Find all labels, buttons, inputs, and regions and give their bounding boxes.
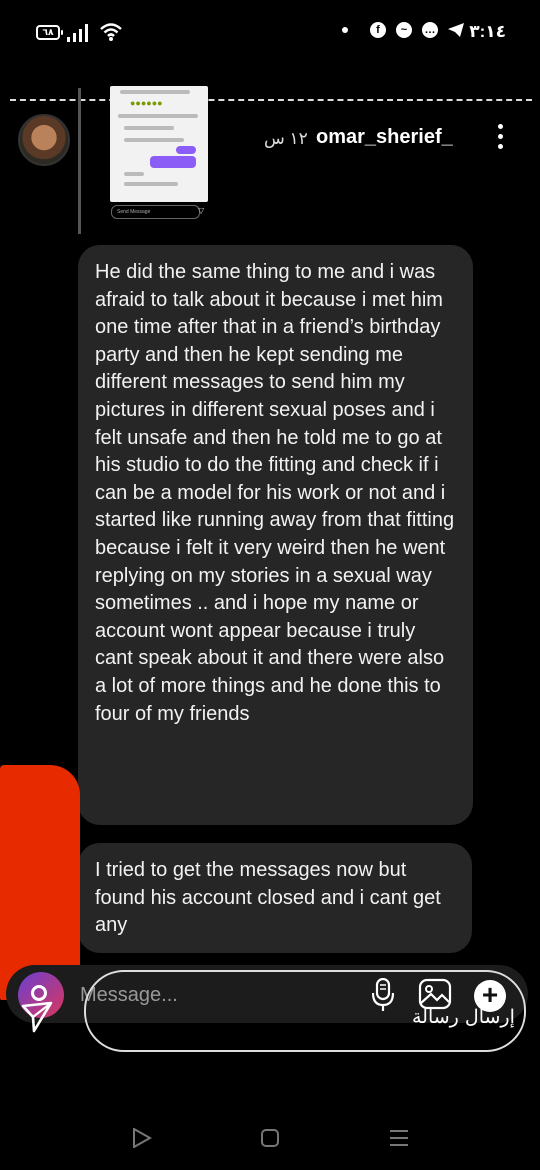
dot-icon xyxy=(342,27,348,33)
home-square-icon[interactable] xyxy=(260,1128,280,1148)
divider xyxy=(10,99,532,101)
emoji-row: ●●●●●● xyxy=(130,98,163,108)
more-options-icon[interactable] xyxy=(496,124,506,154)
clock: ٣:١٤ xyxy=(469,22,506,41)
system-navigation-bar xyxy=(0,1120,540,1156)
back-triangle-icon[interactable] xyxy=(132,1128,152,1148)
avatar[interactable] xyxy=(18,114,70,166)
username[interactable]: omar_sherief_ xyxy=(316,126,453,149)
recents-menu-icon[interactable] xyxy=(389,1128,409,1148)
battery-icon: ٦٨ xyxy=(36,25,63,40)
telegram-icon xyxy=(448,23,464,37)
messenger-icon: ~ xyxy=(396,22,412,38)
notification-icons: f ~ … xyxy=(342,22,464,38)
status-bar: ٦٨ f ~ … ٣:١٤ xyxy=(0,0,540,66)
story-thumbnail-input: Send Message xyxy=(111,205,200,219)
message-bubble[interactable]: I tried to get the messages now but foun… xyxy=(78,843,472,953)
story-thumbnail[interactable]: ●●●●●● xyxy=(110,86,208,202)
send-message-label: إرسال رسالة xyxy=(412,1006,515,1028)
story-reply-bar xyxy=(78,88,81,234)
wifi-icon xyxy=(100,23,122,41)
story-thumbnail-send-icon: ▽ xyxy=(198,206,205,215)
message-bubble[interactable]: He did the same thing to me and i was af… xyxy=(78,245,473,825)
send-arrow-icon[interactable] xyxy=(20,1000,54,1034)
signal-icon xyxy=(67,24,91,42)
chat-icon: … xyxy=(422,22,438,38)
time-ago: ١٢ س xyxy=(264,129,308,148)
facebook-icon: f xyxy=(370,22,386,38)
